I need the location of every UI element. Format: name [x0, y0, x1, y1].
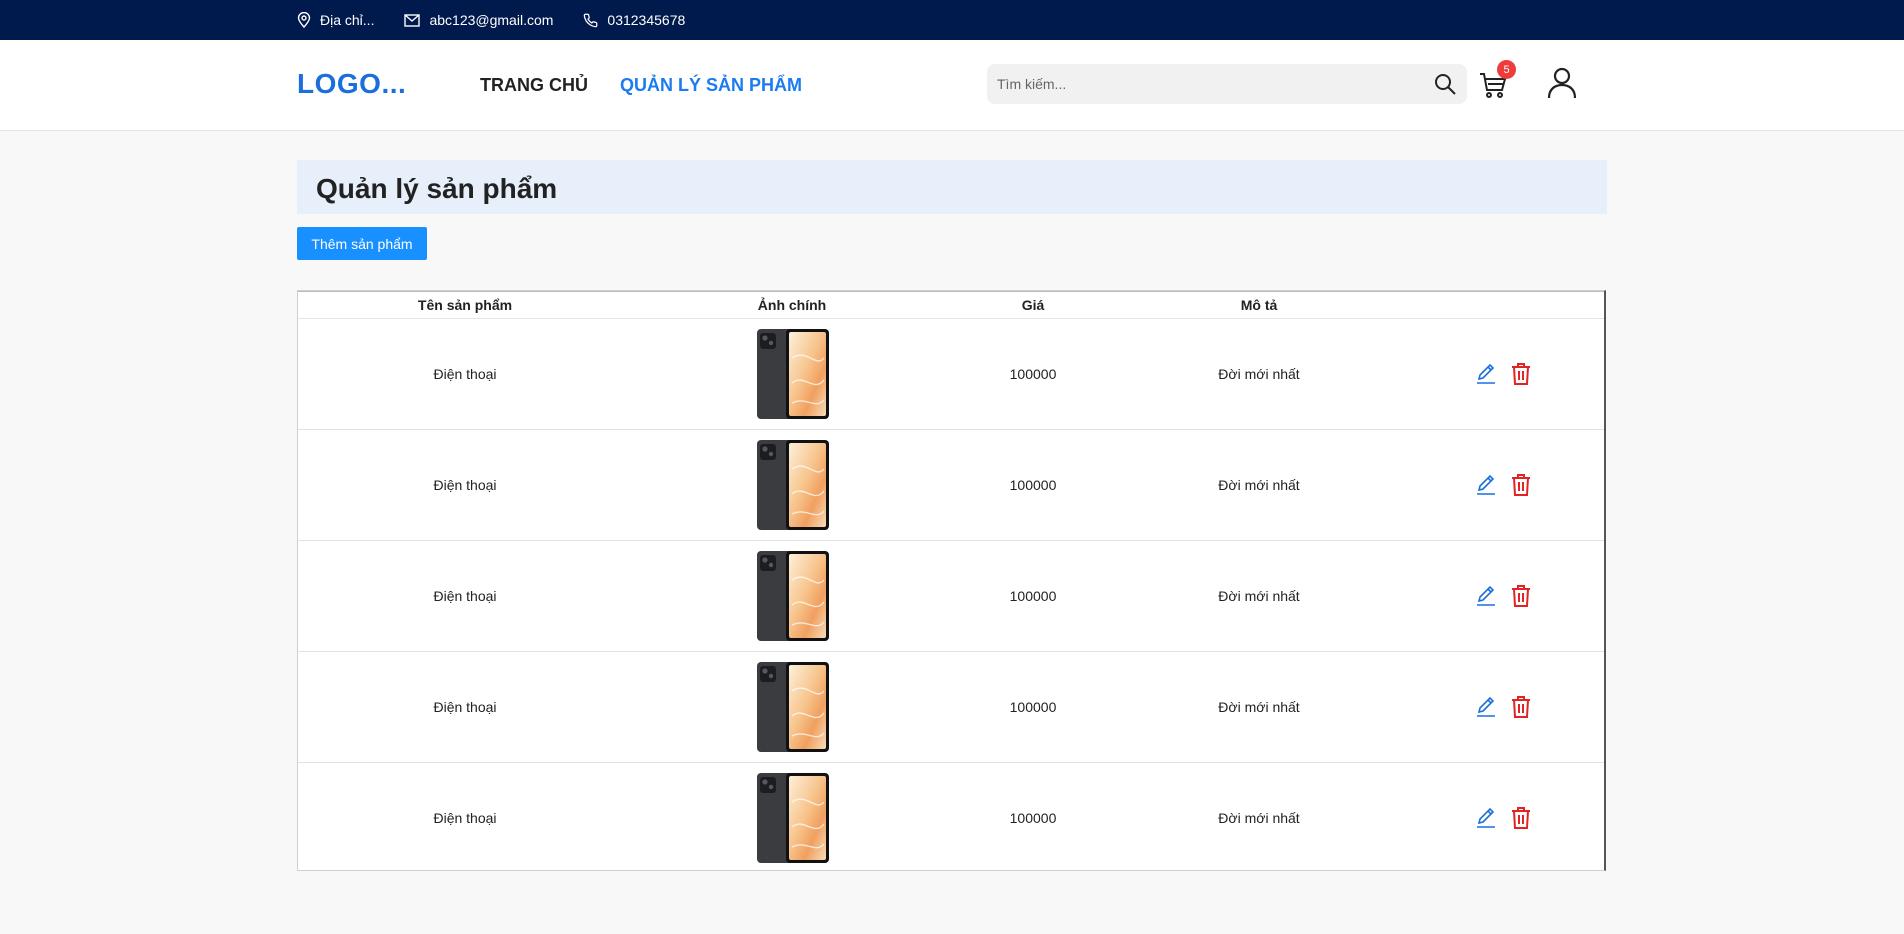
- header-price: Giá: [1021, 297, 1045, 313]
- trash-icon: [1512, 696, 1530, 718]
- product-description: Đời mới nhất: [1218, 810, 1300, 826]
- logo[interactable]: LOGO...: [297, 68, 406, 100]
- edit-button[interactable]: [1475, 585, 1497, 607]
- header-description: Mô tả: [1240, 297, 1278, 313]
- email-text: abc123@gmail.com: [429, 12, 554, 28]
- product-description: Đời mới nhất: [1218, 588, 1300, 604]
- header-image: Ảnh chính: [757, 297, 827, 313]
- product-image: [756, 772, 830, 864]
- header-name: Tên sản phẩm: [417, 297, 513, 313]
- search-icon: [1435, 74, 1456, 95]
- search-button[interactable]: [1423, 64, 1467, 104]
- edit-button[interactable]: [1475, 696, 1497, 718]
- edit-icon: [1477, 696, 1495, 717]
- edit-icon: [1477, 585, 1495, 606]
- top-info-bar: Địa chỉ... abc123@gmail.com 0312345678: [0, 0, 1904, 40]
- product-name: Điện thoại: [433, 699, 497, 715]
- page-title: Quản lý sản phẩm: [316, 173, 558, 204]
- edit-icon: [1477, 363, 1495, 384]
- table-row: Điện thoại 100000 Đời mới nhất: [298, 541, 1604, 652]
- edit-icon: [1477, 474, 1495, 495]
- trash-icon: [1512, 363, 1530, 385]
- mail-icon: [404, 13, 421, 27]
- table-header: Tên sản phẩm Ảnh chính Giá Mô tả: [298, 291, 1604, 319]
- product-description: Đời mới nhất: [1218, 366, 1300, 382]
- address-text: Địa chỉ...: [320, 12, 375, 28]
- product-price: 100000: [1009, 477, 1057, 493]
- product-price: 100000: [1009, 699, 1057, 715]
- table-row: Điện thoại 100000 Đời mới nhất: [298, 763, 1604, 873]
- product-name: Điện thoại: [433, 810, 497, 826]
- search-bar: [987, 63, 1467, 105]
- search-input[interactable]: [987, 63, 1423, 105]
- trash-icon: [1512, 585, 1530, 607]
- edit-button[interactable]: [1475, 363, 1497, 385]
- product-description: Đời mới nhất: [1218, 699, 1300, 715]
- nav-home[interactable]: TRANG CHỦ: [480, 75, 588, 96]
- product-price: 100000: [1009, 366, 1057, 382]
- product-image: [756, 550, 830, 642]
- product-description: Đời mới nhất: [1218, 477, 1300, 493]
- table-body: Điện thoại 100000 Đời mới nhất Điện thoạ…: [298, 319, 1604, 873]
- nav-product-management[interactable]: QUẢN LÝ SẢN PHẨM: [620, 75, 802, 96]
- delete-button[interactable]: [1510, 584, 1532, 608]
- phone-info: 0312345678: [583, 12, 685, 28]
- edit-icon: [1477, 807, 1495, 828]
- table-row: Điện thoại 100000 Đời mới nhất: [298, 430, 1604, 541]
- phone-text: 0312345678: [607, 12, 686, 28]
- phone-icon: [584, 13, 598, 27]
- add-product-button[interactable]: Thêm sản phẩm: [297, 227, 427, 260]
- user-button[interactable]: [1547, 67, 1577, 99]
- table-row: Điện thoại 100000 Đời mới nhất: [298, 319, 1604, 430]
- product-table: Tên sản phẩm Ảnh chính Giá Mô tả Điện th…: [297, 290, 1606, 871]
- delete-button[interactable]: [1510, 473, 1532, 497]
- product-name: Điện thoại: [433, 477, 497, 493]
- edit-button[interactable]: [1475, 807, 1497, 829]
- page-title-box: Quản lý sản phẩm: [297, 160, 1607, 214]
- product-price: 100000: [1009, 810, 1057, 826]
- delete-button[interactable]: [1510, 695, 1532, 719]
- user-icon: [1547, 67, 1577, 99]
- table-row: Điện thoại 100000 Đời mới nhất: [298, 652, 1604, 763]
- cart-count-badge: 5: [1497, 60, 1516, 79]
- header: LOGO... TRANG CHỦ QUẢN LÝ SẢN PHẨM: [0, 40, 1904, 131]
- delete-button[interactable]: [1510, 806, 1532, 830]
- map-pin-icon: [297, 12, 311, 28]
- product-price: 100000: [1009, 588, 1057, 604]
- product-name: Điện thoại: [433, 366, 497, 382]
- delete-button[interactable]: [1510, 362, 1532, 386]
- trash-icon: [1512, 807, 1530, 829]
- product-image: [756, 328, 830, 420]
- product-image: [756, 661, 830, 753]
- email-info: abc123@gmail.com: [404, 12, 553, 28]
- trash-icon: [1512, 474, 1530, 496]
- product-image: [756, 439, 830, 531]
- product-name: Điện thoại: [433, 588, 497, 604]
- address-info: Địa chỉ...: [297, 12, 374, 28]
- edit-button[interactable]: [1475, 474, 1497, 496]
